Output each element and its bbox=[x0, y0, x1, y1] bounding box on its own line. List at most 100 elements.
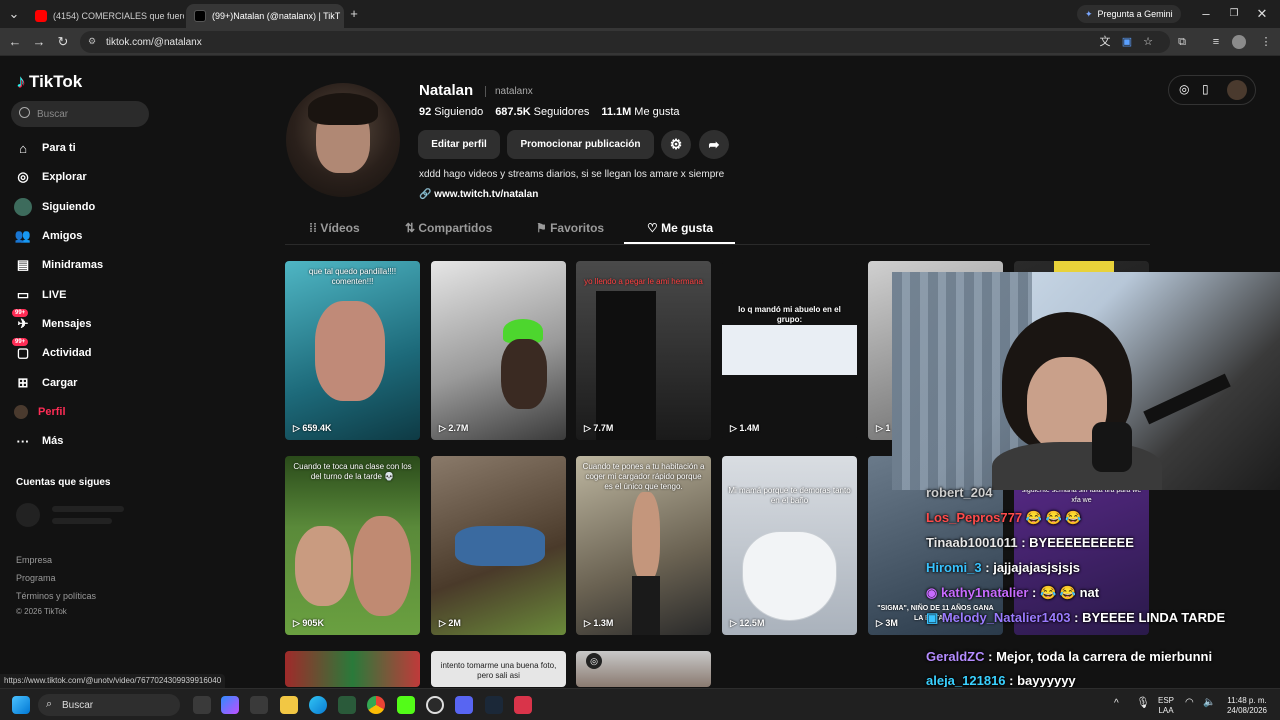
sidebar-item-actividad[interactable]: ▢ 99+ Actividad bbox=[12, 338, 92, 364]
followers-stat[interactable]: 687.5K Seguidores bbox=[495, 106, 589, 118]
user-avatar-icon[interactable] bbox=[1227, 80, 1247, 100]
site-info-icon[interactable]: ⚙ bbox=[88, 36, 96, 47]
tab-me-gusta[interactable]: ♡ Me gusta bbox=[647, 221, 713, 235]
likes-stat: 11.1M Me gusta bbox=[601, 106, 679, 118]
video-tile[interactable]: lo q mandó mi abuelo en el grupo: ▷ 1.4M bbox=[722, 261, 857, 440]
chat-username: Melody_Natalier1403 bbox=[941, 610, 1071, 625]
sidebar-item-siguiendo[interactable]: Siguiendo bbox=[14, 196, 95, 218]
wifi-icon[interactable]: ◠ bbox=[1185, 698, 1194, 708]
excel-icon[interactable] bbox=[338, 696, 356, 714]
video-tile[interactable]: Cuando te pones a tu habitación a coger … bbox=[576, 456, 711, 635]
view-count: 1.3M bbox=[593, 618, 614, 628]
profile-link[interactable]: 🔗 www.twitch.tv/natalan bbox=[419, 189, 538, 200]
avatar-hair bbox=[308, 93, 378, 125]
close-window-icon[interactable]: ✕ bbox=[1254, 6, 1270, 22]
browser-tab-bar: ⌄ (4154) COMERCIALES que fuero ✕ (99+)Na… bbox=[0, 0, 1280, 28]
profile-avatar-icon[interactable] bbox=[1232, 35, 1246, 49]
video-tile[interactable]: ▷ 2.7M bbox=[431, 261, 566, 440]
sidebar-item-perfil[interactable]: Perfil bbox=[14, 401, 66, 423]
sidebar-item-mas[interactable]: ··· Más bbox=[14, 430, 64, 452]
chrome-icon[interactable] bbox=[367, 696, 385, 714]
edge-icon[interactable] bbox=[309, 696, 327, 714]
video-tile[interactable]: ◎ bbox=[576, 651, 711, 687]
sidebar-item-amigos[interactable]: 👥 Amigos bbox=[14, 225, 82, 247]
settings-gear-icon[interactable]: ⚙ bbox=[661, 130, 691, 159]
footer-link-terminos[interactable]: Términos y políticas bbox=[16, 591, 96, 601]
footer-link-empresa[interactable]: Empresa bbox=[16, 555, 52, 565]
task-view-icon[interactable] bbox=[193, 696, 211, 714]
address-bar[interactable]: ⚙ tiktok.com/@natalanx bbox=[80, 31, 1170, 53]
taskbar-search[interactable]: ⌕ Buscar bbox=[38, 694, 180, 716]
sidebar: ♪ TikTok Buscar ⌂ Para ti ◎ Explorar Sig… bbox=[0, 57, 165, 687]
browser-menu-icon[interactable]: ⋮ bbox=[1258, 34, 1274, 50]
video-tile[interactable]: que tal quedo pandilla!!!! comenten!!! ▷… bbox=[285, 261, 420, 440]
link-icon: 🔗 bbox=[419, 189, 435, 200]
video-tile[interactable]: ▷ 2M bbox=[431, 456, 566, 635]
video-tile[interactable]: yo llendo a pegar le ami hermana ▷ 7.7M bbox=[576, 261, 711, 440]
sidebar-item-label: Actividad bbox=[42, 347, 92, 359]
extensions-icon[interactable]: ⧉ bbox=[1174, 34, 1190, 50]
translate-icon[interactable]: 文 bbox=[1097, 34, 1113, 50]
tiktok-logo[interactable]: ♪ TikTok bbox=[16, 71, 82, 92]
search-input[interactable]: Buscar bbox=[11, 101, 149, 127]
video-tile[interactable] bbox=[285, 651, 420, 687]
video-caption: lo q mandó mi abuelo en el grupo: bbox=[738, 305, 841, 324]
microphone-icon[interactable]: 🎙 bbox=[1136, 698, 1150, 709]
chat-text: 😂 😂 😂 bbox=[1025, 510, 1082, 525]
sidebar-item-mensajes[interactable]: ✈ 99+ Mensajes bbox=[12, 309, 92, 335]
bookmark-star-icon[interactable]: ☆ bbox=[1140, 34, 1156, 50]
sidebar-item-explorar[interactable]: ◎ Explorar bbox=[14, 166, 86, 188]
tab-favoritos[interactable]: ⚑ Favoritos bbox=[536, 221, 604, 235]
tab-videos[interactable]: ⁞⁞ Vídeos bbox=[309, 221, 360, 235]
cast-icon[interactable]: ▣ bbox=[1119, 34, 1135, 50]
forward-icon[interactable]: → bbox=[31, 34, 47, 50]
video-tile[interactable]: Mi mamá porque te demoras tanto en el ba… bbox=[722, 456, 857, 635]
browser-tab-tiktok[interactable]: (99+)Natalan (@natalanx) | TikT ✕ bbox=[186, 4, 344, 28]
active-tab-indicator bbox=[624, 242, 735, 244]
video-views: ▷ 12.5M bbox=[730, 618, 765, 628]
sidebar-item-minidramas[interactable]: ▤ Minidramas bbox=[14, 254, 103, 276]
promote-post-button[interactable]: Promocionar publicación bbox=[507, 130, 654, 159]
widgets-icon[interactable] bbox=[250, 696, 268, 714]
copilot-icon[interactable] bbox=[221, 696, 239, 714]
reload-icon[interactable]: ↻ bbox=[55, 34, 71, 50]
video-tile[interactable]: intento tomarme una buena foto, pero sal… bbox=[431, 651, 566, 687]
following-stat[interactable]: 92 Siguiendo bbox=[419, 106, 483, 118]
tab-compartidos[interactable]: ⇅ Compartidos bbox=[405, 221, 492, 235]
kick-icon[interactable] bbox=[397, 696, 415, 714]
discord-icon[interactable] bbox=[455, 696, 473, 714]
sidebar-item-para-ti[interactable]: ⌂ Para ti bbox=[14, 137, 76, 159]
compass-icon[interactable]: ◎ bbox=[1179, 82, 1189, 96]
browser-tab-youtube[interactable]: (4154) COMERCIALES que fuero ✕ bbox=[27, 4, 184, 28]
steam-icon[interactable] bbox=[485, 696, 503, 714]
sidebar-item-cargar[interactable]: ⊞ Cargar bbox=[14, 372, 78, 394]
more-icon: ··· bbox=[16, 433, 30, 449]
obs-icon[interactable] bbox=[426, 696, 444, 714]
video-tile[interactable]: Cuando te toca una clase con los del tur… bbox=[285, 456, 420, 635]
webcam-microphone bbox=[1092, 422, 1132, 472]
edit-profile-button[interactable]: Editar perfil bbox=[418, 130, 500, 159]
clock[interactable]: 11:48 p. m. 24/08/2026 bbox=[1222, 696, 1272, 716]
search-icon: ⌕ bbox=[46, 698, 53, 710]
valorant-icon[interactable] bbox=[514, 696, 532, 714]
volume-icon[interactable]: 🔈 bbox=[1203, 698, 1215, 708]
search-icon bbox=[19, 107, 30, 118]
minimize-icon[interactable]: – bbox=[1198, 6, 1214, 22]
sidebar-item-live[interactable]: ▭ LIVE bbox=[14, 284, 67, 306]
reading-list-icon[interactable]: ≡ bbox=[1208, 34, 1224, 50]
gemini-button[interactable]: ✦ Pregunta a Gemini bbox=[1077, 5, 1181, 23]
back-icon[interactable]: ← bbox=[7, 34, 23, 50]
share-arrow-icon[interactable]: ➦ bbox=[699, 130, 729, 159]
new-tab-button[interactable]: + bbox=[346, 6, 362, 22]
windows-start-icon[interactable] bbox=[12, 696, 30, 714]
language-indicator[interactable]: ESP LAA bbox=[1158, 696, 1174, 716]
phone-icon[interactable]: ▯ bbox=[1202, 82, 1209, 96]
tray-overflow-icon[interactable]: ^ bbox=[1114, 699, 1119, 709]
video-caption: Cuando te pones a tu habitación a coger … bbox=[582, 462, 705, 491]
restore-icon[interactable]: ❐ bbox=[1226, 6, 1242, 22]
footer-link-programa[interactable]: Programa bbox=[16, 573, 56, 583]
profile-avatar[interactable] bbox=[286, 83, 400, 197]
tab-search-icon[interactable]: ⌄ bbox=[6, 6, 22, 22]
file-explorer-icon[interactable] bbox=[280, 696, 298, 714]
pinned-badge-icon: ◎ bbox=[586, 653, 602, 669]
